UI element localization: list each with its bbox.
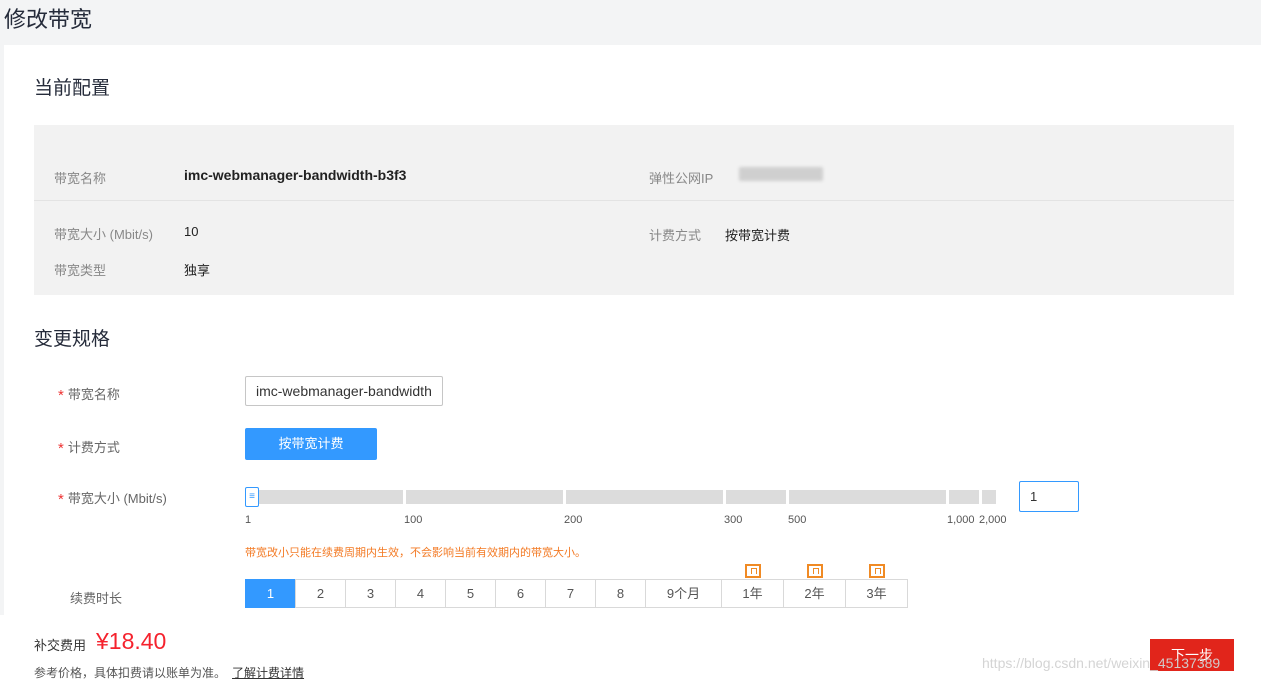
- slider-segment: [949, 490, 979, 504]
- bandwidth-size-note: 带宽改小只能在续费周期内生效，不会影响当前有效期内的带宽大小。: [245, 547, 586, 559]
- change-spec-title: 变更规格: [34, 329, 111, 350]
- footer-bar: 补交费用 ¥18.40 参考价格，具体扣费请以账单为准。 了解计费详情 下一步 h…: [0, 615, 1261, 683]
- current-type-value: 独享: [184, 263, 211, 278]
- current-type-label: 带宽类型: [54, 263, 107, 278]
- duration-option[interactable]: 9个月: [645, 579, 722, 608]
- change-name-label-text: 带宽名称: [67, 387, 120, 402]
- change-billing-label: * 计费方式: [58, 440, 120, 457]
- bandwidth-slider[interactable]: ≡: [245, 487, 996, 507]
- slider-handle-grip-icon[interactable]: ≡: [245, 487, 259, 507]
- slider-tick: 300: [724, 514, 743, 526]
- slider-segment: [406, 490, 563, 504]
- billing-by-bandwidth-button[interactable]: 按带宽计费: [245, 428, 377, 460]
- slider-segment: [789, 490, 946, 504]
- duration-option-2y[interactable]: 2年: [783, 564, 846, 608]
- fee-note: 参考价格，具体扣费请以账单为准。 了解计费详情: [34, 664, 304, 681]
- slider-tick: 500: [788, 514, 807, 526]
- page-title: 修改带宽: [4, 7, 93, 32]
- slider-tick: 100: [404, 514, 423, 526]
- billing-details-link[interactable]: 了解计费详情: [232, 666, 304, 680]
- fee-label: 补交费用: [34, 638, 87, 653]
- duration-option[interactable]: 5: [445, 579, 496, 608]
- change-name-label: * 带宽名称: [58, 387, 120, 404]
- current-name-value: imc-webmanager-bandwidth-b3f3: [184, 167, 407, 183]
- duration-option[interactable]: 1: [245, 579, 296, 608]
- duration-option-label: 1年: [742, 586, 763, 601]
- duration-label: 续费时长: [70, 591, 123, 606]
- duration-option[interactable]: 7: [545, 579, 596, 608]
- slider-segment: [726, 490, 786, 504]
- slider-tick: 2,000: [979, 514, 1007, 526]
- current-billing-value: 按带宽计费: [725, 228, 791, 243]
- renewal-duration-group: 1 2 3 4 5 6 7 8 9个月 1年 2年 3年: [245, 564, 908, 608]
- bandwidth-size-input[interactable]: 1: [1019, 481, 1079, 512]
- current-name-label: 带宽名称: [54, 171, 107, 186]
- duration-option-1y[interactable]: 1年: [721, 564, 784, 608]
- gift-icon: [868, 564, 885, 578]
- duration-option[interactable]: 4: [395, 579, 446, 608]
- current-billing-label: 计费方式: [649, 228, 702, 243]
- current-size-label: 带宽大小 (Mbit/s): [54, 227, 153, 242]
- fee-value: ¥18.40: [96, 628, 167, 654]
- content-card: 当前配置 带宽名称 imc-webmanager-bandwidth-b3f3 …: [4, 45, 1261, 615]
- bandwidth-name-input[interactable]: [245, 376, 443, 406]
- fee-note-text: 参考价格，具体扣费请以账单为准。: [34, 666, 227, 680]
- change-billing-label-text: 计费方式: [67, 440, 120, 455]
- current-config-title: 当前配置: [34, 78, 111, 99]
- duration-option-label: 3年: [866, 586, 887, 601]
- duration-option[interactable]: 3: [345, 579, 396, 608]
- watermark: https://blog.csdn.net/weixin_45137389: [982, 655, 1221, 671]
- change-size-label: * 带宽大小 (Mbit/s): [58, 491, 167, 508]
- gift-icon: [744, 564, 761, 578]
- duration-option-label: 2年: [804, 586, 825, 601]
- slider-segment: [245, 490, 403, 504]
- change-size-label-text: 带宽大小 (Mbit/s): [67, 491, 167, 506]
- slider-tick: 200: [564, 514, 583, 526]
- duration-option-3y[interactable]: 3年: [845, 564, 908, 608]
- gift-icon: [806, 564, 823, 578]
- duration-option[interactable]: 2: [295, 579, 346, 608]
- current-eip-label: 弹性公网IP: [649, 171, 714, 186]
- slider-tick: 1,000: [947, 514, 975, 526]
- info-divider: [34, 200, 1234, 201]
- slider-tick: 1: [245, 514, 252, 526]
- duration-option[interactable]: 8: [595, 579, 646, 608]
- slider-segment: [982, 490, 996, 504]
- current-eip-value-redacted: [739, 167, 823, 181]
- slider-segment: [566, 490, 723, 504]
- current-size-value: 10: [184, 224, 199, 239]
- duration-option[interactable]: 6: [495, 579, 546, 608]
- current-config-panel: 带宽名称 imc-webmanager-bandwidth-b3f3 弹性公网I…: [34, 125, 1234, 295]
